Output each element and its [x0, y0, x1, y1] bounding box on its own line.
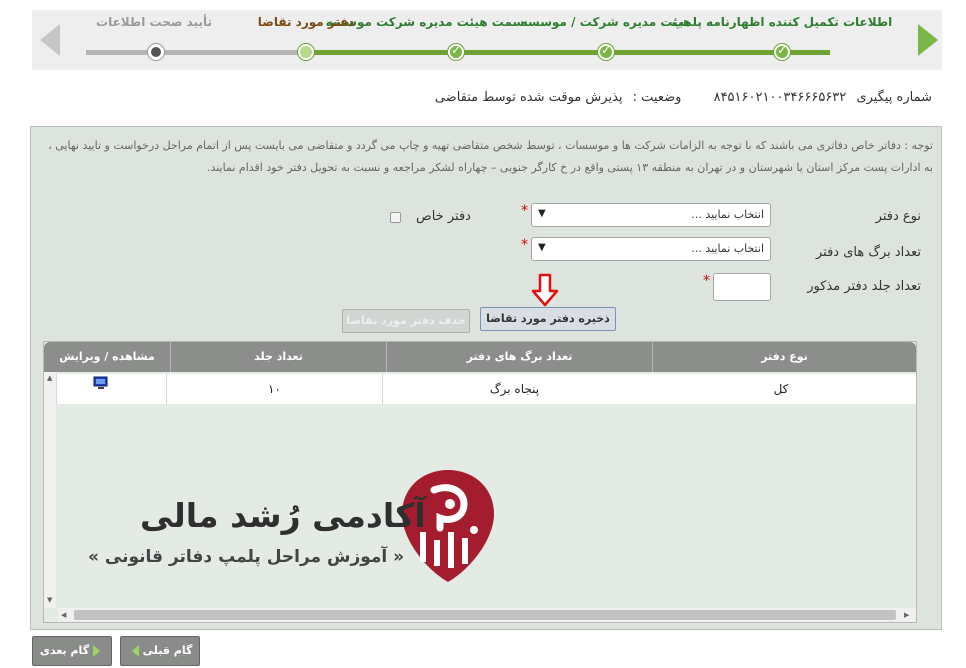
book-volumes-input[interactable] [713, 273, 771, 301]
step-label-board-positions[interactable]: سمت هیئت مدیره شرکت موسسه [326, 15, 525, 29]
step-label-board-of-directors[interactable]: هیئت مدیره شرکت / موسسه [521, 15, 692, 29]
book-type-select[interactable]: انتخاب نمایید ... ▼ [531, 203, 771, 227]
book-pages-select[interactable]: انتخاب نمایید ... ▼ [531, 237, 771, 261]
book-volumes-label: تعداد جلد دفتر مذکور [807, 279, 921, 294]
table-header: نوع دفتر تعداد برگ های دفتر تعداد جلد مش… [44, 342, 916, 372]
scroll-down-icon[interactable]: ▼ [47, 596, 52, 604]
delete-book-button: حذف دفتر مورد تقاضا [342, 309, 470, 333]
status-label: وضعیت : [632, 90, 682, 105]
forward-arrow-icon [93, 645, 101, 657]
tracking-number: ۸۴۵۱۶۰۲۱۰۰۳۴۶۶۶۵۶۳۲ [713, 90, 847, 105]
save-book-button[interactable]: ذخیره دفتر مورد تقاضا [480, 307, 616, 331]
required-mark: * [521, 203, 528, 219]
special-book-label: دفتر خاص [416, 209, 471, 224]
checkmark-icon: ✓ [451, 43, 462, 57]
requested-books-table: نوع دفتر تعداد برگ های دفتر تعداد جلد مش… [43, 341, 917, 623]
requested-book-panel: توجه : دفاتر خاص دفاتری می باشند که با ت… [30, 126, 942, 630]
column-header-book-type[interactable]: نوع دفتر [652, 342, 916, 372]
step-dot-requested-book [298, 44, 314, 60]
watermark-subtitle: « آموزش مراحل پلمپ دفاتر قانونی » [88, 547, 405, 567]
step-label-requested-book[interactable]: دفتر مورد تقاضا [258, 15, 355, 29]
wizard-progress: اطلاعات تکمیل کننده اظهارنامه پلمپ هیئت … [32, 10, 942, 70]
checkmark-icon: ✓ [777, 43, 788, 57]
next-step-button[interactable]: گام بعدی [32, 636, 112, 666]
book-type-selected: انتخاب نمایید ... [691, 208, 764, 221]
required-mark: * [521, 237, 528, 253]
cell-book-type: کل [773, 382, 789, 396]
horizontal-scrollbar[interactable]: ◀ ▶ [58, 608, 916, 622]
next-step-label: گام بعدی [39, 644, 90, 657]
previous-step-button[interactable]: گام قبلی [120, 636, 200, 666]
scroll-right-icon[interactable]: ▶ [904, 611, 909, 619]
book-pages-selected: انتخاب نمایید ... [691, 242, 764, 255]
step-label-applicant-info[interactable]: اطلاعات تکمیل کننده اظهارنامه پلمپ [672, 15, 893, 29]
checkmark-icon: ✓ [601, 43, 612, 57]
column-header-pages[interactable]: تعداد برگ های دفتر [386, 342, 652, 372]
horizontal-scroll-thumb[interactable] [74, 610, 896, 620]
column-header-volumes[interactable]: تعداد جلد [170, 342, 386, 372]
book-type-label: نوع دفتر [875, 209, 921, 224]
wizard-back-arrow-icon[interactable] [40, 24, 60, 56]
step-label-confirm-info: تأیید صحت اطلاعات [96, 15, 212, 29]
progress-track-completed [306, 50, 830, 55]
scroll-up-icon[interactable]: ▲ [47, 374, 52, 382]
tracking-info: شماره پیگیری ۸۴۵۱۶۰۲۱۰۰۳۴۶۶۶۵۶۳۲ وضعیت :… [429, 90, 932, 105]
vertical-scrollbar[interactable]: ▲ ▼ [44, 372, 56, 608]
cell-volumes: ۱۰ [166, 374, 382, 404]
cell-pages: پنجاه برگ [382, 374, 646, 404]
wizard-forward-arrow-icon[interactable] [918, 24, 938, 56]
back-arrow-icon [131, 645, 139, 657]
table-row[interactable]: کل پنجاه برگ ۱۰ [56, 374, 916, 404]
cell-view-edit [56, 374, 166, 404]
edit-monitor-icon[interactable] [93, 376, 109, 390]
scroll-left-icon[interactable]: ◀ [61, 611, 66, 619]
red-arrow-down-icon [531, 273, 559, 307]
previous-step-label: گام قبلی [142, 644, 193, 657]
special-book-notice: توجه : دفاتر خاص دفاتری می باشند که با ت… [48, 139, 933, 174]
step-dot-board-of-directors: ✓ [598, 43, 614, 60]
watermark-title: آکادمی رُشد مالی [140, 496, 426, 535]
tracking-number-label: شماره پیگیری [856, 90, 932, 105]
status-value: پذیرش موقت شده توسط متقاضی [434, 90, 623, 105]
progress-track-pending [86, 50, 306, 55]
required-mark: * [703, 273, 710, 289]
step-dot-applicant-info: ✓ [774, 43, 790, 60]
step-dot-confirm-info [148, 44, 164, 60]
step-dot-board-positions: ✓ [448, 43, 464, 60]
book-pages-label: تعداد برگ های دفتر [815, 245, 921, 260]
column-header-view-edit[interactable]: مشاهده / ویرایش [44, 342, 170, 372]
special-book-checkbox[interactable] [390, 212, 401, 223]
dropdown-arrow-icon: ▼ [538, 242, 546, 253]
dropdown-arrow-icon: ▼ [538, 208, 546, 219]
